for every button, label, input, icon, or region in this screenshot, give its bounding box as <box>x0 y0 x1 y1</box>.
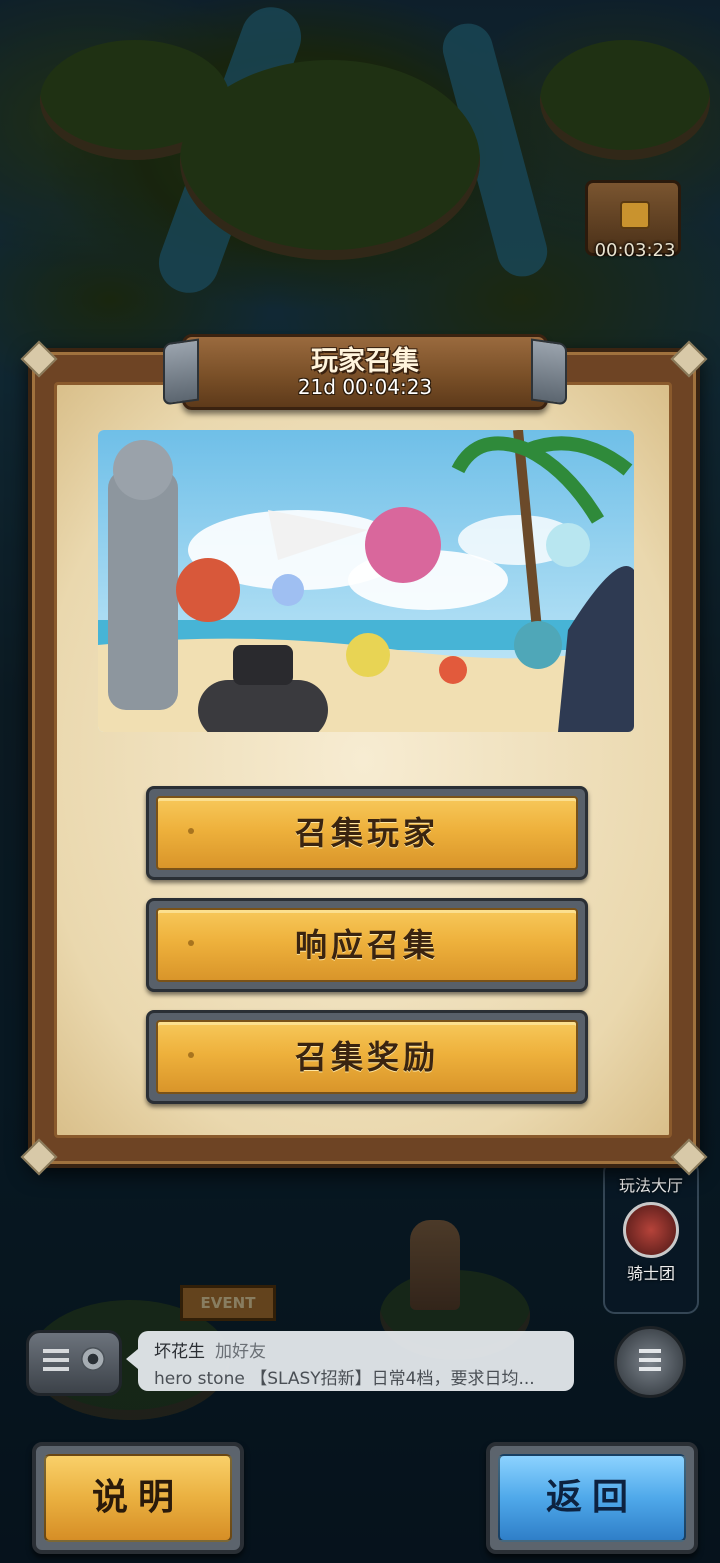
chat-message: hero stone 【SLASY招新】日常4档，要求日均... <box>154 1369 535 1389</box>
button-label: 召集奖励 <box>294 1038 439 1076</box>
title-board: 玩家召集 21d 00:04:23 <box>163 334 567 410</box>
chat-sender: 坏花生 <box>154 1342 205 1362</box>
help-button[interactable]: 说明 <box>32 1442 244 1554</box>
hall-button[interactable]: 玩法大厅 <box>605 1172 697 1196</box>
guild-label[interactable]: 骑士团 <box>605 1260 697 1284</box>
respond-summon-button[interactable]: 响应召集 <box>146 898 588 992</box>
back-button[interactable]: 返回 <box>486 1442 698 1554</box>
summon-players-button[interactable]: 召集玩家 <box>146 786 588 880</box>
shield-trophy-icon[interactable] <box>623 1202 679 1258</box>
chest-timer: 00:03:23 <box>594 240 676 261</box>
add-friend-text: 加好友 <box>215 1342 266 1362</box>
lock-icon <box>620 201 650 229</box>
chat-preview[interactable]: 坏花生 加好友 hero stone 【SLASY招新】日常4档，要求日均... <box>126 1331 574 1391</box>
summon-rewards-button[interactable]: 召集奖励 <box>146 1010 588 1104</box>
menu-button[interactable] <box>614 1326 686 1398</box>
event-illustration <box>98 430 634 732</box>
button-face: 召集玩家 <box>156 796 578 870</box>
back-label: 返回 <box>545 1477 638 1518</box>
button-label: 召集玩家 <box>294 814 439 852</box>
button-face: 召集奖励 <box>156 1020 578 1094</box>
dialog-title: 玩家召集 <box>311 346 419 377</box>
help-label: 说明 <box>91 1477 184 1518</box>
beach-scene-illustration <box>98 430 634 732</box>
menu-list-icon <box>639 1349 661 1373</box>
rally-dialog: 玩家召集 21d 00:04:23 召集玩家 响应召集 召集奖励 <box>20 334 708 1176</box>
event-countdown: 21d 00:04:23 <box>297 375 433 399</box>
chat-indicator-icon <box>81 1347 105 1371</box>
chat-toggle-button[interactable] <box>26 1330 122 1396</box>
chat-line-friend: 坏花生 加好友 <box>154 1337 266 1362</box>
chat-lines-icon <box>43 1349 69 1373</box>
side-panel: 玩法大厅 骑士团 <box>603 1160 699 1314</box>
button-label: 响应召集 <box>294 926 439 964</box>
button-face: 响应召集 <box>156 908 578 982</box>
